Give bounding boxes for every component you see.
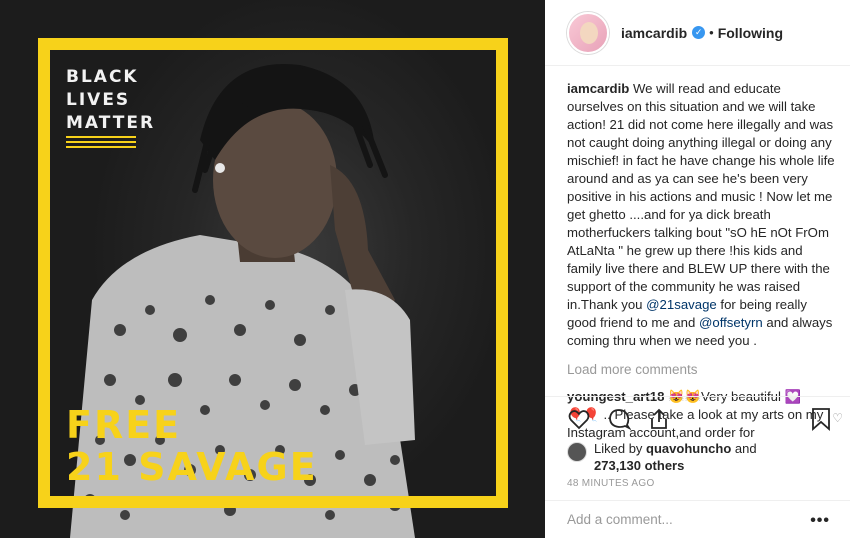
caption: iamcardib We will read and educate ourse… <box>567 80 839 350</box>
header-username[interactable]: iamcardib <box>621 25 687 41</box>
share-icon[interactable] <box>647 407 671 431</box>
header-separator: • <box>709 25 714 40</box>
free-line: 21 SAVAGE <box>66 445 318 489</box>
add-comment-input[interactable] <box>567 512 797 527</box>
post-header: iamcardib ✓ • Following <box>545 0 850 66</box>
load-more-comments-button[interactable]: Load more comments <box>567 361 839 379</box>
caption-text: We will read and educate ourselves on th… <box>567 81 835 312</box>
blm-underline <box>66 136 136 151</box>
bookmark-icon[interactable] <box>810 407 832 431</box>
caption-username[interactable]: iamcardib <box>567 81 629 96</box>
likes-count[interactable]: 273,130 others <box>594 458 684 473</box>
mention-link[interactable]: @offsetyrn <box>699 315 763 330</box>
post-sidebar: iamcardib ✓ • Following iamcardib We wil… <box>545 0 850 538</box>
action-bar <box>545 396 850 440</box>
likes-prefix: Liked by <box>594 441 647 456</box>
blm-text: BLACK LIVES MATTER <box>66 66 155 135</box>
following-button[interactable]: Following <box>718 25 783 41</box>
heart-icon[interactable] <box>567 407 591 431</box>
blm-line: LIVES <box>66 90 131 110</box>
likes-conjunction: and <box>731 441 757 456</box>
liker-avatar[interactable] <box>567 442 587 462</box>
free-line: FREE <box>66 403 182 447</box>
comment-icon[interactable] <box>607 407 631 431</box>
comments-section: iamcardib We will read and educate ourse… <box>567 80 843 442</box>
free-text: FREE 21 SAVAGE <box>66 404 318 488</box>
liker-username[interactable]: quavohuncho <box>646 441 731 456</box>
more-options-icon[interactable]: ••• <box>810 512 830 530</box>
add-comment-bar: ••• <box>545 500 850 538</box>
blm-line: BLACK <box>66 67 139 87</box>
likes-section: Liked by quavohuncho and 273,130 others <box>567 440 757 474</box>
likes-text: Liked by quavohuncho and 273,130 others <box>594 440 757 474</box>
verified-badge-icon: ✓ <box>692 26 706 39</box>
mention-link[interactable]: @21savage <box>646 297 717 312</box>
avatar[interactable] <box>567 11 609 54</box>
post-timestamp: 48 MINUTES AGO <box>567 478 655 489</box>
post-image[interactable]: BLACK LIVES MATTER FREE 21 SAVAGE <box>0 0 545 538</box>
blm-line: MATTER <box>66 113 156 133</box>
